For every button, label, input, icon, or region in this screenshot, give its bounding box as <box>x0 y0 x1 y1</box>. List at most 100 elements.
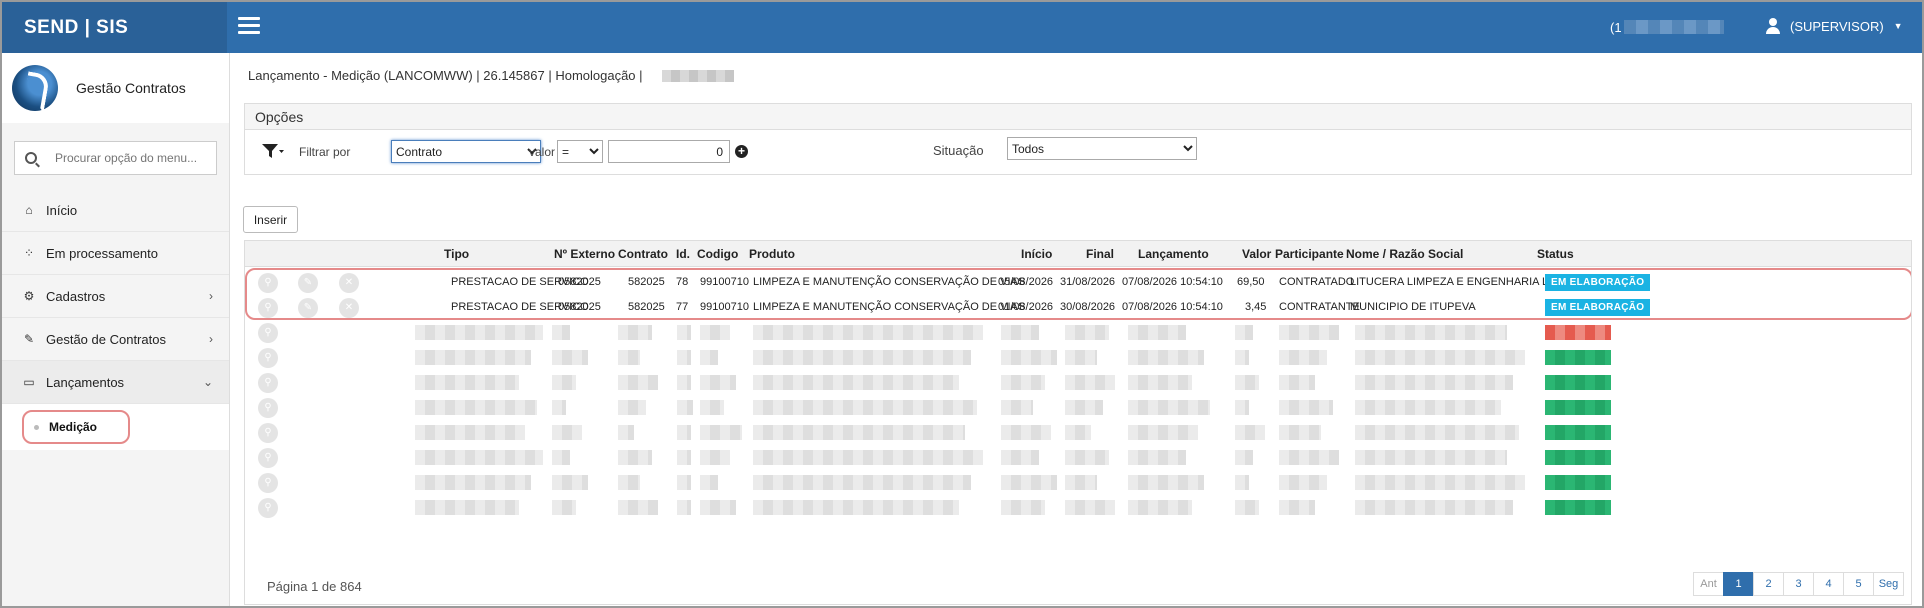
view-icon[interactable]: ⚲ <box>258 273 278 293</box>
view-icon[interactable]: ⚲ <box>258 398 278 418</box>
redacted-cell <box>1355 350 1525 365</box>
pagination-prev[interactable]: Ant <box>1693 572 1724 596</box>
table-row[interactable]: ⚲ ✎ ✕ PRESTACAO DE SERVICO 0582025 58202… <box>245 270 1911 295</box>
col-inicio[interactable]: Início <box>1021 247 1052 261</box>
cell-codigo: 99100710 <box>700 301 749 313</box>
redacted-cell <box>700 350 718 365</box>
col-nome[interactable]: Nome / Razão Social <box>1346 247 1463 261</box>
delete-icon[interactable]: ✕ <box>339 273 359 293</box>
table-row[interactable]: ⚲ ✎ ✕ PRESTACAO DE SERVICO 0582025 58202… <box>245 295 1911 320</box>
table-row-redacted[interactable]: ⚲ <box>245 320 1911 345</box>
pagination-page[interactable]: 2 <box>1753 572 1784 596</box>
view-icon[interactable]: ⚲ <box>258 448 278 468</box>
view-icon[interactable]: ⚲ <box>258 348 278 368</box>
redacted-cell <box>415 350 531 365</box>
table-row-redacted[interactable]: ⚲ <box>245 345 1911 370</box>
redacted-cell <box>677 375 691 390</box>
delete-icon[interactable]: ✕ <box>339 298 359 318</box>
cell-lancamento: 07/08/2026 10:54:10 <box>1122 301 1223 313</box>
pagination-page[interactable]: 1 <box>1723 572 1754 596</box>
pagination-page[interactable]: 4 <box>1813 572 1844 596</box>
redacted-cell <box>753 400 977 415</box>
redacted-cell <box>753 475 971 490</box>
filter-field-select[interactable]: Contrato <box>391 140 541 163</box>
col-lancamento[interactable]: Lançamento <box>1138 247 1209 261</box>
situacao-select[interactable]: Todos <box>1007 137 1197 160</box>
view-icon[interactable]: ⚲ <box>258 323 278 343</box>
add-filter-icon[interactable]: + <box>735 145 748 158</box>
user-menu[interactable]: (SUPERVISOR) ▼ <box>1766 18 1903 34</box>
table-row-redacted[interactable]: ⚲ <box>245 420 1911 445</box>
pagination-page[interactable]: 5 <box>1843 572 1874 596</box>
sidebar-item-lancamentos[interactable]: ▭ Lançamentos ⌄ <box>2 361 229 404</box>
sidebar-item-cadastros[interactable]: ⚙ Cadastros › <box>2 275 229 318</box>
filter-icon[interactable] <box>261 142 285 160</box>
cell-nome: LITUCERA LIMPEZA E ENGENHARIA LTDA <box>1350 276 1570 288</box>
col-produto[interactable]: Produto <box>749 247 795 261</box>
table-header: Tipo Nº Externo Contrato Id. Codigo Prod… <box>245 241 1911 267</box>
redacted-cell <box>1235 450 1253 465</box>
view-icon[interactable]: ⚲ <box>258 498 278 518</box>
pagination-next[interactable]: Seg <box>1873 572 1904 596</box>
gears-icon: ⚙ <box>23 289 35 303</box>
col-valor[interactable]: Valor <box>1242 247 1271 261</box>
redacted-cell <box>1001 400 1033 415</box>
launch-table: Tipo Nº Externo Contrato Id. Codigo Prod… <box>244 240 1912 605</box>
brand-logo[interactable]: SEND | SIS <box>2 2 227 53</box>
view-icon[interactable]: ⚲ <box>258 423 278 443</box>
pagination-page[interactable]: 3 <box>1783 572 1814 596</box>
sidebar-item-gestao-contratos[interactable]: ✎ Gestão de Contratos › <box>2 318 229 361</box>
col-tipo[interactable]: Tipo <box>444 247 469 261</box>
redacted-status-badge <box>1545 450 1611 465</box>
col-codigo[interactable]: Codigo <box>697 247 738 261</box>
col-n-externo[interactable]: Nº Externo <box>554 247 615 261</box>
redacted-cell <box>1235 325 1253 340</box>
col-participante[interactable]: Participante <box>1275 247 1344 261</box>
status-badge: EM ELABORAÇÃO <box>1545 274 1651 291</box>
redacted-cell <box>753 450 983 465</box>
redacted-cell <box>552 350 588 365</box>
col-final[interactable]: Final <box>1086 247 1114 261</box>
col-status[interactable]: Status <box>1537 247 1574 261</box>
sidebar-item-em-processamento[interactable]: ⁘ Em processamento <box>2 232 229 275</box>
col-id[interactable]: Id. <box>676 247 690 261</box>
sidebar-item-label: Início <box>46 202 78 218</box>
options-title: Opções <box>245 104 1911 130</box>
main-content: Lançamento - Medição (LANCOMWW) | 26.145… <box>230 53 1920 606</box>
table-row-redacted[interactable]: ⚲ <box>245 470 1911 495</box>
edit-icon[interactable]: ✎ <box>298 273 318 293</box>
view-icon[interactable]: ⚲ <box>258 473 278 493</box>
table-row-redacted[interactable]: ⚲ <box>245 395 1911 420</box>
caret-down-icon: ▼ <box>1893 21 1903 31</box>
redacted-cell <box>618 500 658 515</box>
cell-valor: 3,45 <box>1245 301 1267 313</box>
insert-button[interactable]: Inserir <box>243 206 298 233</box>
user-name: (SUPERVISOR) <box>1790 18 1884 34</box>
sidebar-item-inicio[interactable]: ⌂ Início <box>2 189 229 232</box>
redacted-cell <box>1235 350 1249 365</box>
chevron-down-icon: ⌄ <box>202 375 213 389</box>
cell-contrato: 582025 <box>628 276 665 288</box>
col-contrato[interactable]: Contrato <box>618 247 668 261</box>
redacted-cell <box>1001 425 1051 440</box>
cell-final: 30/08/2026 <box>1060 301 1116 313</box>
redacted-cell <box>1279 375 1315 390</box>
edit-icon[interactable]: ✎ <box>298 298 318 318</box>
valor-input[interactable] <box>608 140 730 163</box>
app-name: Gestão Contratos <box>76 80 186 96</box>
view-icon[interactable]: ⚲ <box>258 373 278 393</box>
redacted-cell <box>618 425 634 440</box>
redacted-cell <box>677 325 691 340</box>
operator-select[interactable]: = <box>557 140 603 163</box>
view-icon[interactable]: ⚲ <box>258 298 278 318</box>
table-row-redacted[interactable]: ⚲ <box>245 445 1911 470</box>
menu-search-input[interactable] <box>55 151 215 165</box>
sidebar-subitem-medicao[interactable]: Medição <box>22 410 130 444</box>
redacted-cell <box>1235 425 1265 440</box>
menu-search[interactable] <box>14 141 217 175</box>
redacted-status-badge <box>1545 425 1611 440</box>
redacted-cell <box>552 475 588 490</box>
table-row-redacted[interactable]: ⚲ <box>245 370 1911 395</box>
table-row-redacted[interactable]: ⚲ <box>245 495 1911 520</box>
hamburger-menu-icon[interactable] <box>238 17 260 35</box>
